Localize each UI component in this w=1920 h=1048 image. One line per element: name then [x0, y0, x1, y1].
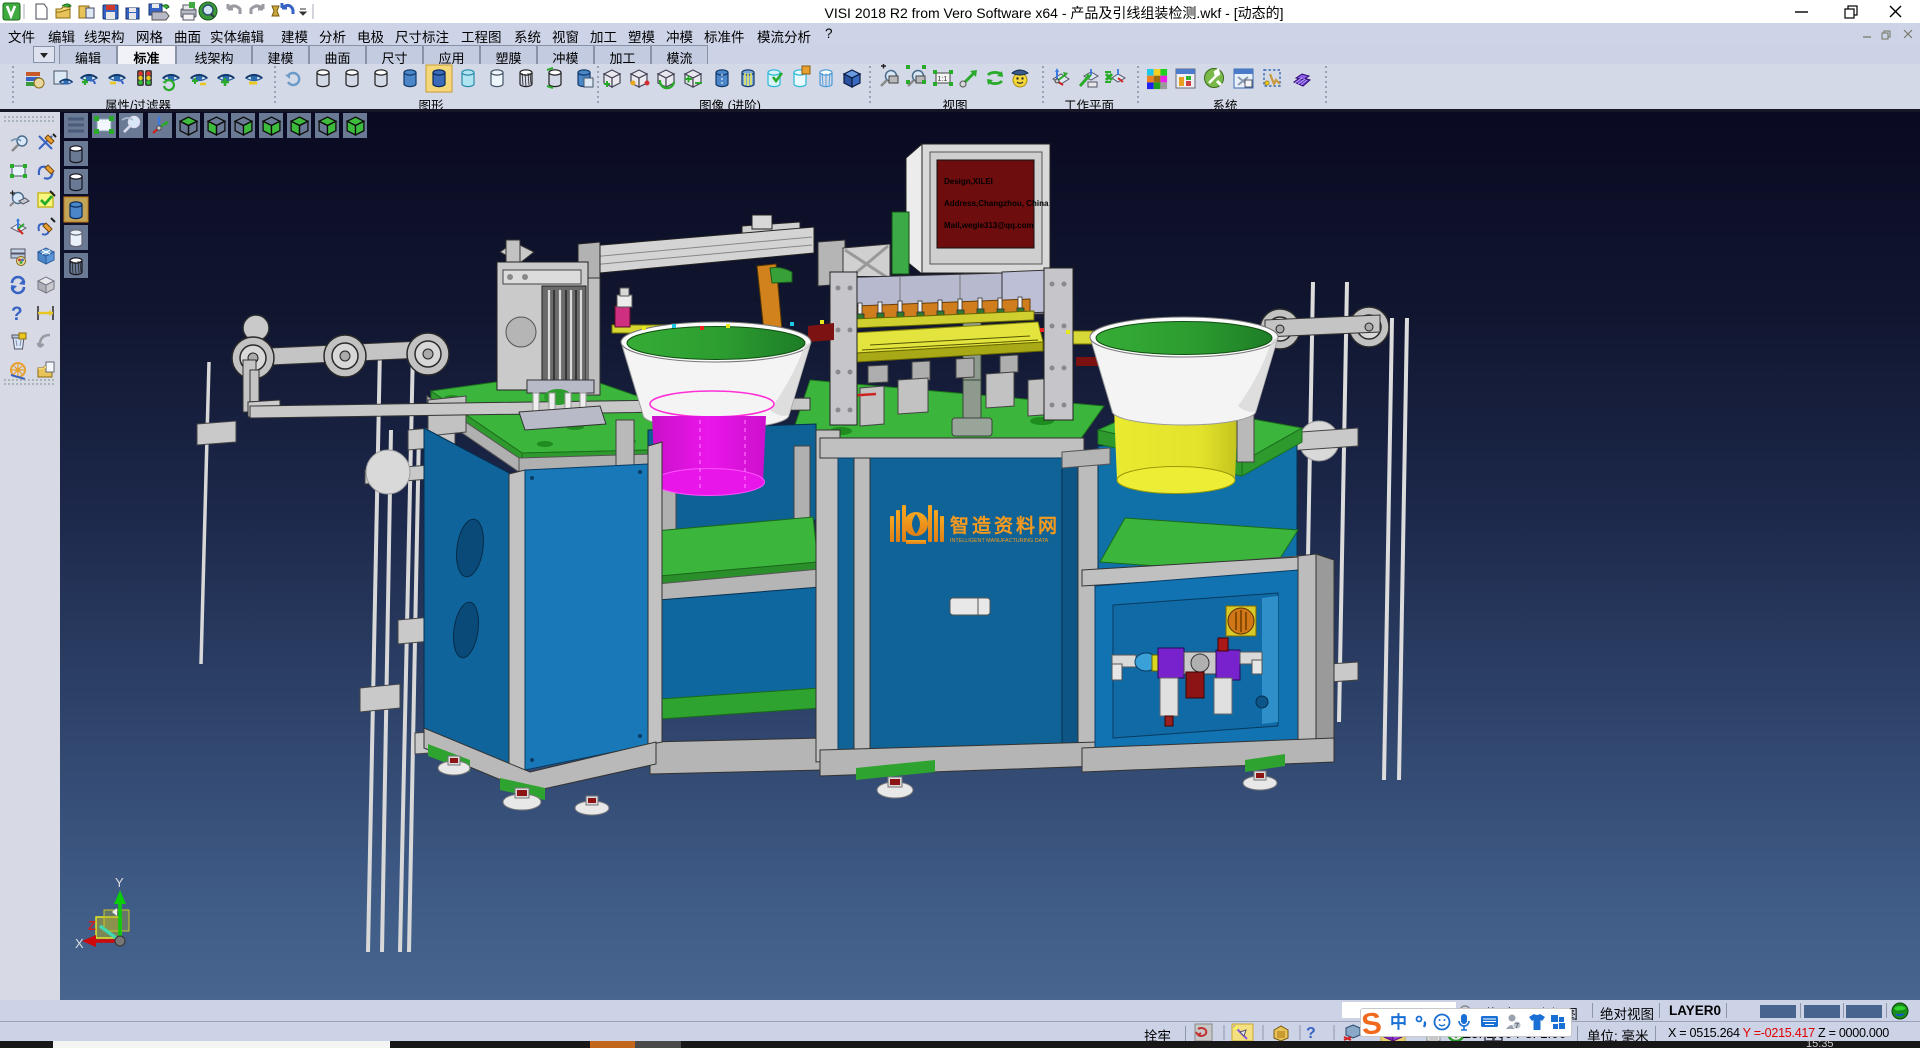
- svg-text:7: 7: [1515, 1023, 1519, 1030]
- svg-text:INTELLIGENT MANUFACTURING DATA: INTELLIGENT MANUFACTURING DATA: [950, 538, 1049, 544]
- svg-text:X: X: [75, 936, 84, 951]
- svg-text:Mail,wegle313@qq.com: Mail,wegle313@qq.com: [944, 221, 1034, 230]
- svg-text:Design,XILEI: Design,XILEI: [944, 177, 993, 186]
- svg-text:Z: Z: [88, 918, 96, 933]
- svg-text:?: ?: [1306, 1025, 1316, 1042]
- svg-text:中: 中: [1390, 1012, 1407, 1032]
- svg-text:S: S: [1360, 1008, 1383, 1037]
- svg-text:Address,Changzhou, China: Address,Changzhou, China: [944, 199, 1049, 208]
- svg-text:?: ?: [11, 304, 23, 325]
- svg-text:智造资料网: 智造资料网: [950, 514, 1060, 537]
- svg-text:1:1: 1:1: [938, 76, 948, 83]
- svg-text:Y: Y: [115, 875, 124, 890]
